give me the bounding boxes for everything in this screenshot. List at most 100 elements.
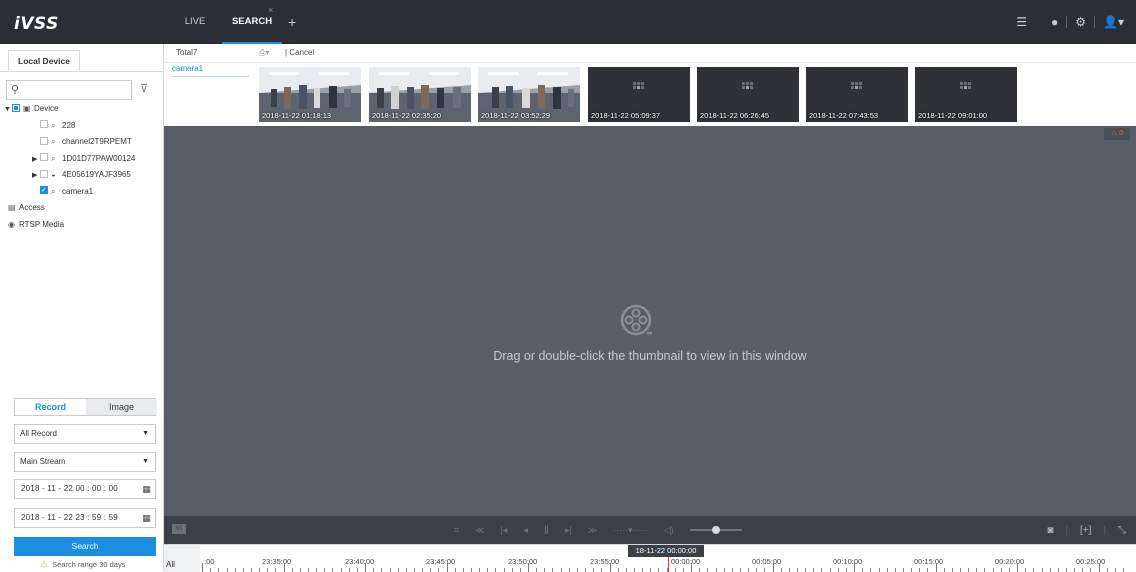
timeline-tick bbox=[536, 568, 538, 572]
add-tab-icon[interactable]: + bbox=[288, 0, 296, 44]
volume-slider[interactable] bbox=[689, 526, 742, 534]
end-time-field[interactable]: 2018 - 11 - 22 23 : 59 : 59 ▦ bbox=[14, 508, 156, 528]
checkbox[interactable] bbox=[40, 153, 48, 162]
globe-icon[interactable]: ● bbox=[1051, 15, 1058, 29]
checkbox[interactable] bbox=[12, 103, 20, 112]
pause-icon[interactable]: ‖ bbox=[544, 523, 549, 537]
snapshot-icon[interactable]: ◙ bbox=[1047, 525, 1053, 536]
clip-icon[interactable]: ⌗ bbox=[454, 525, 459, 536]
timeline-tick bbox=[316, 568, 318, 572]
timeline-tick bbox=[226, 568, 228, 572]
timeline-tick bbox=[454, 568, 456, 572]
list-icon[interactable]: ☰ bbox=[1016, 15, 1027, 29]
alarm-badge[interactable]: ⚠ 0 bbox=[1104, 128, 1130, 140]
cancel-button[interactable]: | Cancel bbox=[285, 48, 314, 57]
tree-item-4e05[interactable]: ▶ ◒ 4E05619YAJF3965 bbox=[4, 167, 160, 184]
timeline-tick bbox=[1041, 568, 1043, 572]
tree-item-device[interactable]: ▼ ▣ Device bbox=[4, 101, 160, 118]
settings-icon[interactable]: ⚙ bbox=[1075, 15, 1086, 29]
timeline-tick bbox=[234, 568, 236, 572]
thumbnail-timestamp: 2018-11-22 06:26:45 bbox=[700, 111, 770, 120]
tab-image[interactable]: Image bbox=[86, 399, 157, 415]
timeline-tick bbox=[797, 568, 798, 572]
fast-backward-icon[interactable]: ≪ bbox=[475, 525, 484, 536]
tab-local-device[interactable]: Local Device bbox=[8, 50, 80, 72]
timeline-tick bbox=[413, 568, 415, 572]
expand-arrow-icon[interactable]: ▼ bbox=[4, 102, 12, 119]
camera-label[interactable]: camera1 bbox=[172, 63, 249, 77]
thumbnail[interactable]: 2018-11-22 05:09:37 bbox=[588, 67, 690, 122]
zoom-icon[interactable]: [+] bbox=[1080, 525, 1091, 536]
checkbox[interactable] bbox=[40, 169, 48, 178]
thumbnail-timestamp: 2018-11-22 01:18:13 bbox=[262, 111, 332, 120]
results-header: Total7 ⎙▾ | Cancel bbox=[164, 44, 1136, 63]
no-preview-icon bbox=[742, 82, 754, 94]
device-search-input[interactable]: ⚲ bbox=[6, 80, 132, 100]
export-icon[interactable]: ⎙▾ bbox=[259, 48, 269, 58]
user-icon[interactable]: 👤▾ bbox=[1103, 15, 1124, 29]
timeline[interactable]: All 18-11-22 00:00:00 :00 23:35:00 23:40… bbox=[164, 544, 1136, 572]
checkbox[interactable] bbox=[40, 136, 48, 145]
expand-arrow-icon[interactable]: ▶ bbox=[32, 168, 40, 185]
calendar-icon[interactable]: ▦ bbox=[142, 509, 151, 527]
thumbnail[interactable]: 2018-11-22 09:01:00 bbox=[915, 67, 1017, 122]
timeline-all-label[interactable]: All bbox=[164, 545, 200, 572]
next-frame-icon[interactable]: ▸| bbox=[565, 525, 572, 536]
close-tab-icon[interactable]: × bbox=[268, 6, 273, 15]
thumbnail[interactable]: 2018-11-22 07:43:53 bbox=[806, 67, 908, 122]
tree-item-channel[interactable]: ⌕ channel2T9RPEMT bbox=[4, 134, 160, 151]
speed-slider-icon[interactable]: ·····▾····· bbox=[613, 525, 648, 536]
film-reel-icon bbox=[620, 304, 652, 336]
fast-forward-icon[interactable]: ≫ bbox=[588, 525, 597, 536]
timeline-label: 00:15:00 bbox=[914, 557, 944, 566]
timeline-tick bbox=[430, 568, 432, 572]
thumbnail[interactable]: 2018-11-22 06:26:45 bbox=[697, 67, 799, 122]
tree-item-camera1[interactable]: ⌕ camera1 bbox=[4, 183, 160, 201]
timeline-tick bbox=[886, 568, 888, 572]
timeline-tick bbox=[397, 568, 399, 572]
tab-live[interactable]: LIVE bbox=[170, 0, 220, 44]
timeline-tick bbox=[1065, 568, 1067, 572]
expand-arrow-icon[interactable]: ▶ bbox=[32, 152, 40, 169]
fullscreen-icon[interactable]: ⤡ bbox=[1118, 525, 1126, 536]
timeline-tick bbox=[259, 568, 261, 572]
timeline-label: 23:35:00 bbox=[262, 557, 292, 566]
timeline-tick bbox=[968, 568, 970, 572]
start-time-field[interactable]: 2018 - 11 - 22 00 : 00 : 00 ▦ bbox=[14, 479, 156, 499]
stream-toggle-icon[interactable]: NS bbox=[172, 524, 186, 534]
stream-select[interactable]: Main Stream ▼ bbox=[14, 452, 156, 472]
timeline-tick bbox=[715, 568, 717, 572]
timeline-label: 23:40:00 bbox=[345, 557, 375, 566]
timeline-tick bbox=[324, 568, 326, 572]
checkbox[interactable] bbox=[40, 120, 48, 129]
timeline-tick bbox=[878, 568, 880, 572]
filter-icon[interactable]: ⊽ bbox=[140, 82, 148, 95]
checkbox-checked[interactable] bbox=[40, 183, 48, 200]
previous-frame-icon[interactable]: |◂ bbox=[501, 525, 508, 536]
tree-item-access[interactable]: ▤ Access bbox=[4, 200, 160, 217]
timeline-tick bbox=[1123, 568, 1124, 572]
tree-item-1d01[interactable]: ▶ ⌕ 1D01D77PAW00124 bbox=[4, 151, 160, 168]
thumbnail[interactable]: 2018-11-22 03:52:29 bbox=[478, 67, 580, 122]
left-panel: Local Device ⚲ ⊽ ▼ ▣ Device ⌕ 228 ⌕ channel2… bbox=[0, 44, 164, 571]
no-preview-icon bbox=[851, 82, 863, 94]
volume-icon[interactable]: ◁) bbox=[664, 525, 674, 536]
calendar-icon[interactable]: ▦ bbox=[142, 480, 151, 498]
timeline-tick bbox=[560, 568, 562, 572]
start-time-value: 2018 - 11 - 22 00 : 00 : 00 bbox=[21, 484, 118, 493]
thumbnail[interactable]: 2018-11-22 01:18:13 bbox=[259, 67, 361, 122]
timeline-tick bbox=[348, 568, 350, 572]
tree-item-rtsp[interactable]: ◉ RTSP Media bbox=[4, 217, 160, 234]
timeline-tick bbox=[291, 568, 293, 572]
slider-knob[interactable] bbox=[711, 526, 720, 534]
record-type-select[interactable]: All Record ▼ bbox=[14, 424, 156, 444]
search-button[interactable]: Search bbox=[14, 537, 156, 556]
tree-item-label: 4E05619YAJF3965 bbox=[62, 170, 131, 179]
tab-record[interactable]: Record bbox=[15, 399, 86, 415]
playback-window[interactable]: ⚠ 0 Drag or double-click the thumbnail t… bbox=[164, 126, 1136, 516]
tree-item-228[interactable]: ⌕ 228 bbox=[4, 118, 160, 135]
reverse-play-icon[interactable]: ◂ bbox=[523, 525, 528, 536]
playback-controls: NS ⌗ ≪ |◂ ◂ ‖ ▸| ≫ ·····▾····· ◁) ◙ | [+… bbox=[164, 516, 1136, 544]
timeline-scale[interactable]: :00 23:35:00 23:40:00 23:45:00 23:50:00 … bbox=[200, 557, 1136, 572]
thumbnail[interactable]: 2018-11-22 02:35:20 bbox=[369, 67, 471, 122]
